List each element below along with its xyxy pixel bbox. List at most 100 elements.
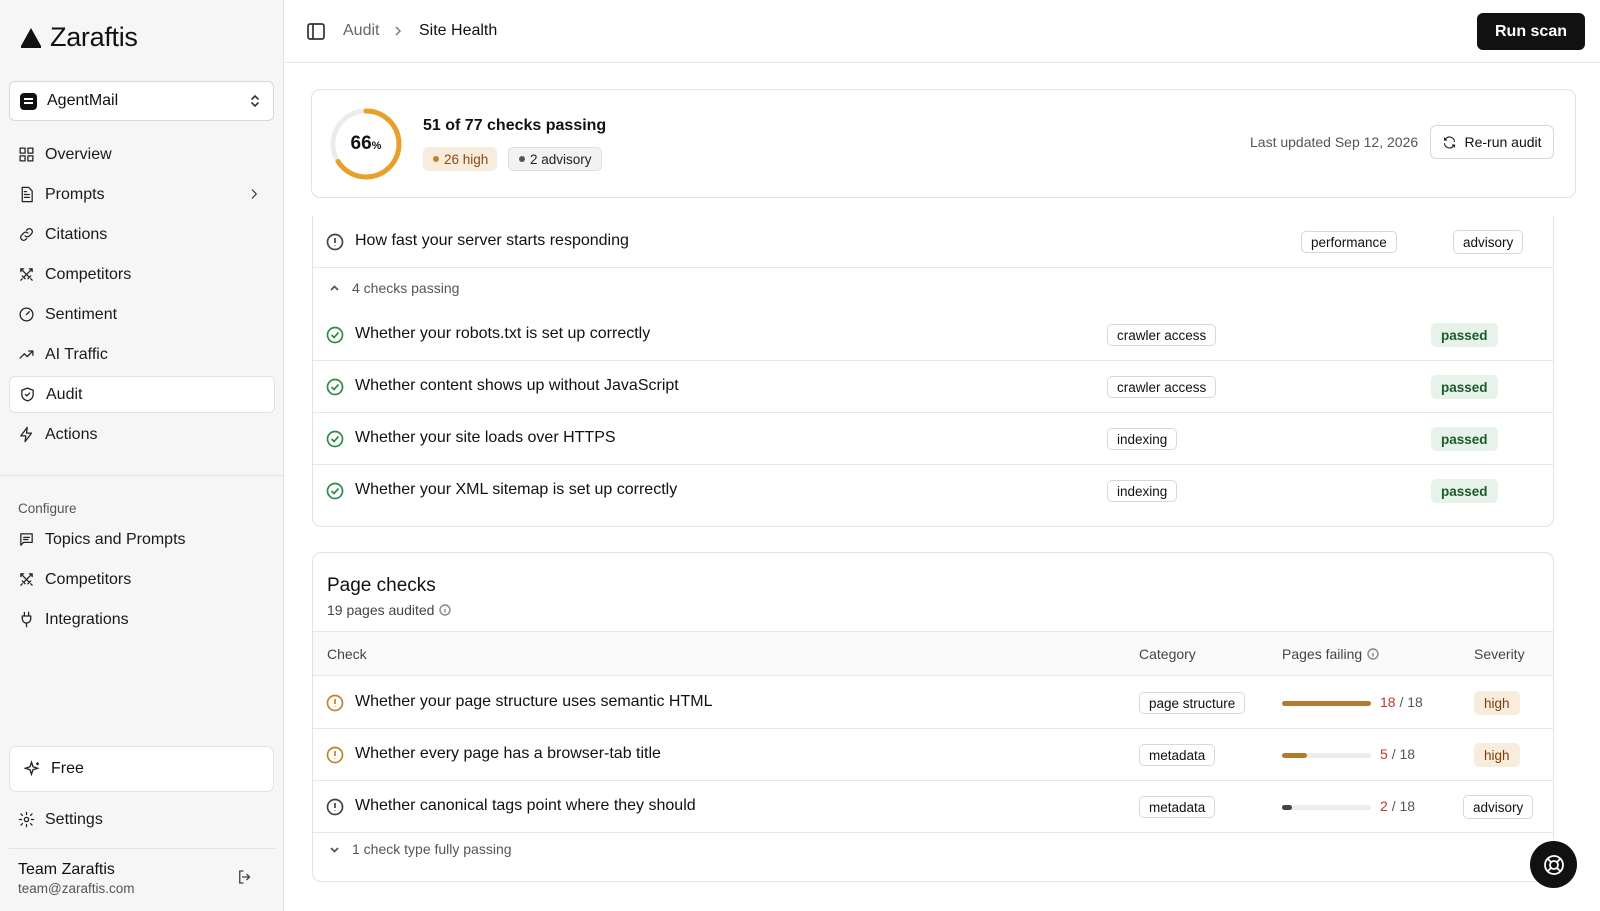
- check-name: Whether your XML sitemap is set up corre…: [355, 481, 678, 498]
- table-row[interactable]: Whether content shows up without JavaScr…: [313, 361, 1553, 413]
- sidebar-item-sentiment[interactable]: Sentiment: [9, 296, 275, 333]
- column-header-pages-failing: Pages failing: [1282, 646, 1379, 662]
- table-row[interactable]: How fast your server starts responding p…: [313, 216, 1553, 268]
- swords-icon: [20, 573, 33, 586]
- severity-badge: advisory: [1463, 795, 1534, 819]
- pages-failing-bar-fill: [1282, 805, 1292, 810]
- breadcrumb-current: Site Health: [419, 22, 498, 39]
- warning-circle-icon: [326, 746, 344, 764]
- check-name: How fast your server starts responding: [355, 232, 629, 249]
- category-tag: crawler access: [1107, 376, 1217, 398]
- sidebar-item-integrations[interactable]: Integrations: [9, 601, 275, 638]
- sidebar-item-config-competitors[interactable]: Competitors: [9, 561, 275, 598]
- sidebar-item-overview[interactable]: Overview: [9, 136, 275, 173]
- failing-count: 5: [1380, 746, 1388, 762]
- info-circle-icon: [326, 233, 344, 251]
- run-scan-button[interactable]: Run scan: [1477, 13, 1585, 50]
- app-logo[interactable]: Zaraftis: [20, 22, 138, 53]
- sidebar-item-topics-and-prompts[interactable]: Topics and Prompts: [9, 521, 275, 558]
- table-row[interactable]: Whether every page has a browser-tab tit…: [313, 729, 1553, 781]
- high-count-label: 26 high: [444, 151, 489, 167]
- sidebar-item-actions[interactable]: Actions: [9, 416, 275, 453]
- total-count: / 18: [1399, 694, 1423, 710]
- sidebar-item-label: Audit: [46, 385, 83, 403]
- bolt-icon: [20, 426, 33, 443]
- info-circle-icon: [326, 798, 344, 816]
- passing-checks-toggle[interactable]: 4 checks passing: [329, 280, 459, 296]
- audit-summary-card: 66% 51 of 77 checks passing 26 high 2 ad…: [311, 89, 1576, 198]
- lifebuoy-icon: [1543, 854, 1564, 875]
- sidebar-item-label: Prompts: [45, 185, 105, 203]
- total-count: / 18: [1391, 746, 1416, 762]
- failing-count: 18: [1380, 694, 1396, 710]
- table-header: Check Category Pages failing Severity: [313, 631, 1553, 676]
- settings-nav: Settings: [9, 801, 275, 841]
- rerun-audit-button[interactable]: Re-run audit: [1430, 125, 1554, 159]
- sidebar-item-label: Overview: [45, 145, 112, 163]
- sidebar-item-label: AI Traffic: [45, 345, 108, 363]
- pages-failing-count: 5 / 18: [1380, 746, 1415, 762]
- score-unit: %: [371, 140, 382, 152]
- table-row[interactable]: Whether your XML sitemap is set up corre…: [313, 465, 1553, 517]
- category-tag: indexing: [1107, 428, 1178, 450]
- category-tag: performance: [1301, 231, 1397, 253]
- info-icon[interactable]: [439, 604, 452, 616]
- help-button[interactable]: [1530, 841, 1577, 888]
- sidebar-item-ai-traffic[interactable]: AI Traffic: [9, 336, 275, 373]
- sidebar-item-label: Topics and Prompts: [45, 530, 186, 548]
- check-circle-icon: [326, 430, 344, 448]
- pages-failing-bar: [1282, 753, 1371, 758]
- fully-passing-toggle[interactable]: 1 check type fully passing: [329, 841, 512, 857]
- pages-failing-bar: [1282, 805, 1371, 810]
- info-icon[interactable]: [1367, 648, 1379, 660]
- table-row[interactable]: Whether your site loads over HTTPS index…: [313, 413, 1553, 465]
- breadcrumb-audit[interactable]: Audit: [343, 22, 379, 40]
- sidebar-item-label: Citations: [45, 225, 108, 243]
- sidebar-item-label: Actions: [45, 425, 98, 443]
- sidebar-item-label: Settings: [45, 810, 103, 828]
- sidebar-item-label: Competitors: [45, 570, 132, 588]
- sidebar-item-label: Integrations: [45, 610, 129, 628]
- sparkles-icon: [24, 760, 40, 777]
- total-count: / 18: [1391, 798, 1416, 814]
- table-row[interactable]: Whether your robots.txt is set up correc…: [313, 309, 1553, 361]
- pages-failing-count: 18 / 18: [1380, 694, 1423, 710]
- severity-badge: advisory: [1453, 230, 1524, 254]
- sidebar-item-settings[interactable]: Settings: [9, 801, 275, 838]
- sidebar-toggle-icon[interactable]: [307, 23, 325, 40]
- sidebar-item-citations[interactable]: Citations: [9, 216, 275, 253]
- chevron-down-icon: [330, 846, 339, 853]
- score-label: 66%: [329, 107, 403, 181]
- pages-failing-label: Pages failing: [1282, 646, 1363, 662]
- table-row[interactable]: Whether your page structure uses semanti…: [313, 677, 1553, 729]
- sidebar-item-prompts[interactable]: Prompts: [9, 176, 275, 213]
- swords-icon: [20, 268, 33, 281]
- score-value: 66: [350, 133, 372, 154]
- table-row[interactable]: Whether canonical tags point where they …: [313, 781, 1553, 833]
- severity-badge: high: [1474, 691, 1520, 715]
- app-name: Zaraftis: [50, 22, 138, 52]
- sidebar-item-label: Competitors: [45, 265, 132, 283]
- severity-badge: high: [1474, 743, 1520, 767]
- rerun-audit-label: Re-run audit: [1464, 134, 1542, 150]
- plan-button[interactable]: Free: [9, 746, 274, 792]
- check-name: Whether your robots.txt is set up correc…: [355, 325, 651, 342]
- pages-failing-bar: [1282, 701, 1371, 706]
- sidebar-item-competitors[interactable]: Competitors: [9, 256, 275, 293]
- column-header-category: Category: [1139, 646, 1196, 662]
- configure-nav: Topics and Prompts Competitors Integrati…: [9, 521, 275, 641]
- failing-count: 2: [1380, 798, 1388, 814]
- check-name: Whether your site loads over HTTPS: [355, 429, 616, 446]
- workspace-switcher[interactable]: AgentMail: [9, 81, 274, 121]
- sidebar: Zaraftis AgentMail Overview Prompts Cita…: [0, 0, 284, 911]
- user-name: Team Zaraftis: [18, 861, 115, 878]
- last-updated-text: Last updated Sep 12, 2026: [1250, 134, 1419, 150]
- check-name: Whether every page has a browser-tab tit…: [355, 745, 661, 762]
- top-bar: Audit Site Health Run scan: [285, 0, 1600, 63]
- plug-icon: [21, 611, 32, 628]
- sidebar-item-label: Sentiment: [45, 305, 118, 323]
- logout-icon[interactable]: [236, 868, 254, 886]
- category-tag: crawler access: [1107, 324, 1217, 346]
- category-tag: page structure: [1139, 692, 1246, 714]
- sidebar-item-audit[interactable]: Audit: [9, 376, 275, 413]
